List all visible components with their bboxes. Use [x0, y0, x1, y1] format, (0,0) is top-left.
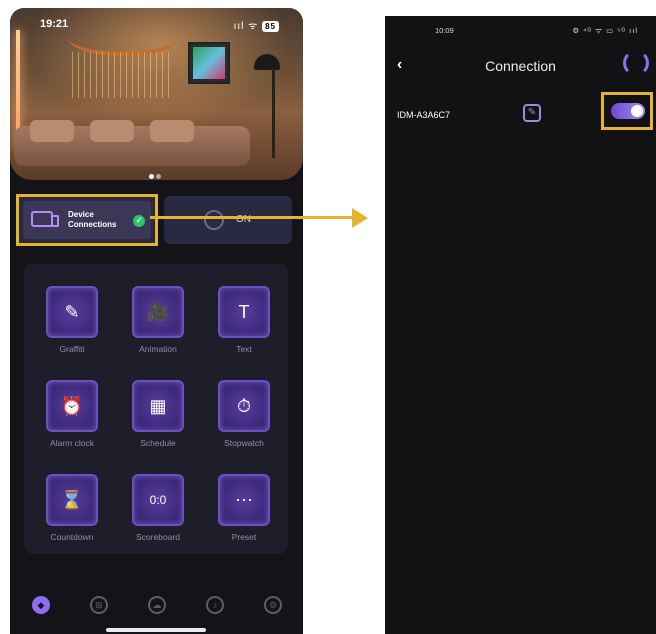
- animation-icon: 🎥: [132, 286, 184, 338]
- text-icon: T: [218, 286, 270, 338]
- floor-lamp-pole: [272, 68, 275, 158]
- connection-screen: 10:09 ⚙ ⁴ᴳ ᯤ ▭ ⁵ᴳ ııl ‹ Connection IDM-A…: [385, 16, 656, 634]
- status-icons: ⚙ ⁴ᴳ ᯤ ▭ ⁵ᴳ ııl: [572, 26, 638, 35]
- device-icon: [31, 211, 59, 227]
- signal-wifi-icon: ııl ᯤ: [233, 21, 259, 32]
- toggle-knob: [631, 105, 643, 117]
- tile-graffiti[interactable]: ✎ Graffiti: [34, 276, 110, 364]
- settings-icon[interactable]: ⚙: [264, 596, 282, 614]
- tile-label: Text: [236, 344, 252, 354]
- pointer-arrow-head: [352, 208, 368, 228]
- cushion: [150, 120, 194, 142]
- tile-scoreboard[interactable]: 0:0 Scoreboard: [120, 464, 196, 552]
- hourglass-icon: ⌛: [46, 474, 98, 526]
- music-icon[interactable]: ♪: [206, 596, 224, 614]
- tile-label: Alarm clock: [50, 438, 94, 448]
- refresh-icon[interactable]: [623, 50, 649, 76]
- pixel-frame-device: [188, 42, 230, 84]
- cushion: [90, 120, 134, 142]
- device-connections-button[interactable]: Device Connections ✓: [23, 201, 151, 239]
- tile-label: Countdown: [50, 532, 94, 542]
- tile-label: Scoreboard: [136, 532, 180, 542]
- preset-icon: ⋯: [218, 474, 270, 526]
- tile-label: Animation: [139, 344, 177, 354]
- scoreboard-icon: 0:0: [132, 474, 184, 526]
- power-on-button[interactable]: ON: [164, 196, 292, 244]
- carousel-dots[interactable]: [148, 166, 162, 179]
- device-connections-label: Device Connections: [68, 210, 117, 229]
- status-bar: 19:21 ııl ᯤ 85: [10, 18, 303, 34]
- tile-label: Graffiti: [59, 344, 85, 354]
- tile-label: Schedule: [140, 438, 176, 448]
- status-icons: ııl ᯤ 85: [234, 18, 279, 32]
- page-title: Connection: [485, 58, 556, 74]
- pixel-display: [193, 47, 225, 79]
- carousel-dot[interactable]: [156, 174, 161, 179]
- tile-countdown[interactable]: ⌛ Countdown: [34, 464, 110, 552]
- check-icon: ✓: [133, 215, 145, 227]
- device-id-label: IDM-A3A6C7: [397, 110, 451, 120]
- connection-toggle[interactable]: [611, 103, 645, 119]
- tutorial-screenshot: 19:21 ııl ᯤ 85 Device Connections ✓ ON ✎…: [0, 0, 656, 634]
- feature-grid: ✎ Graffiti 🎥 Animation T Text ⏰ Alarm cl…: [24, 264, 288, 554]
- stopwatch-icon: ⏱: [218, 380, 270, 432]
- status-time: 19:21: [40, 18, 69, 30]
- status-time: 10:09: [435, 26, 454, 35]
- tile-stopwatch[interactable]: ⏱ Stopwatch: [206, 370, 282, 458]
- battery-icon: 85: [262, 21, 279, 32]
- edit-icon[interactable]: ✎: [523, 104, 541, 122]
- toggle-highlight: [601, 92, 653, 130]
- tile-alarm-clock[interactable]: ⏰ Alarm clock: [34, 370, 110, 458]
- string-lights: [72, 52, 172, 98]
- alarm-clock-icon: ⏰: [46, 380, 98, 432]
- tile-schedule[interactable]: ▦ Schedule: [120, 370, 196, 458]
- tile-text[interactable]: T Text: [206, 276, 282, 364]
- graffiti-icon: ✎: [46, 286, 98, 338]
- bottom-tab-bar: ◆ ⊞ ☁ ♪ ⚙: [10, 580, 303, 634]
- grid-icon[interactable]: ⊞: [90, 596, 108, 614]
- home-indicator[interactable]: [106, 628, 206, 632]
- pointer-arrow-line: [150, 216, 360, 219]
- schedule-icon: ▦: [132, 380, 184, 432]
- status-bar: 10:09 ⚙ ⁴ᴳ ᯤ ▭ ⁵ᴳ ııl: [385, 26, 656, 40]
- tile-label: Stopwatch: [224, 438, 264, 448]
- cloud-icon[interactable]: ☁: [148, 596, 166, 614]
- tile-preset[interactable]: ⋯ Preset: [206, 464, 282, 552]
- home-screen: 19:21 ııl ᯤ 85 Device Connections ✓ ON ✎…: [10, 8, 303, 634]
- tile-label: Preset: [231, 532, 257, 542]
- tile-animation[interactable]: 🎥 Animation: [120, 276, 196, 364]
- compass-icon[interactable]: ◆: [32, 596, 50, 614]
- cushion: [30, 120, 74, 142]
- carousel-dot[interactable]: [149, 174, 154, 179]
- power-icon: [204, 210, 224, 230]
- device-connections-highlight: Device Connections ✓: [16, 194, 158, 246]
